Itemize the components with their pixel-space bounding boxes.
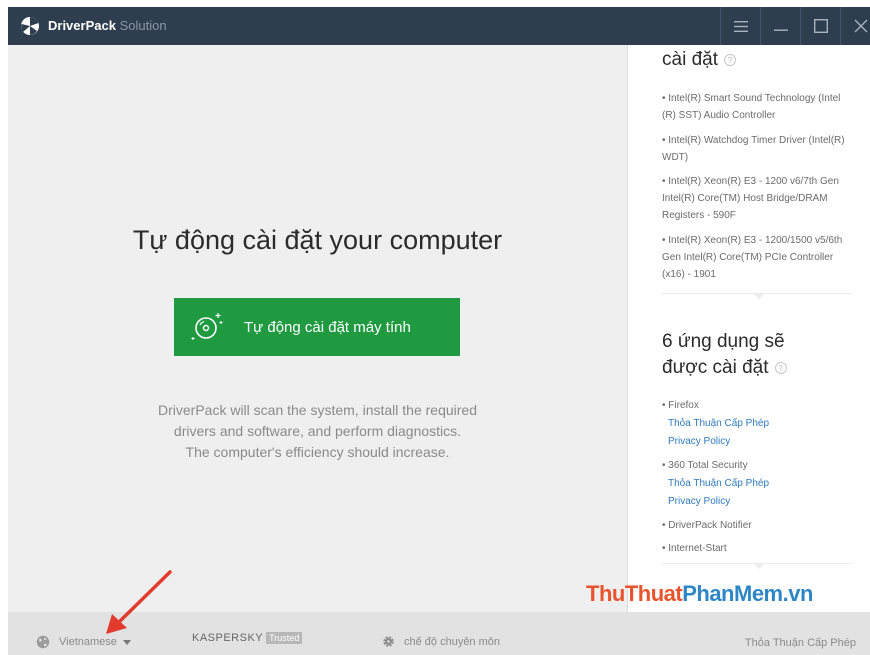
apps-title-line: được cài đặt: [662, 357, 769, 378]
menu-button[interactable]: [720, 7, 760, 45]
description-line: drivers and software, and perform diagno…: [173, 423, 462, 439]
driver-item: • Intel(R) Xeon(R) E3 - 1200/1500 v5/6th…: [662, 235, 843, 280]
app-item: • DriverPack Notifier: [662, 520, 752, 531]
apps-section-title: 6 ứng dụng sẽ được cài đặt?: [662, 329, 787, 381]
driver-item: • Intel(R) Xeon(R) E3 - 1200 v6/7th Gen …: [662, 176, 839, 221]
minimize-button[interactable]: [760, 7, 800, 45]
kaspersky-label: KASPERSKY: [192, 632, 264, 644]
app-name: DriverPack: [48, 18, 116, 33]
app-title: DriverPack Solution: [48, 18, 167, 33]
divider-notch: [754, 564, 764, 569]
watermark-part2: PhanMem.vn: [682, 581, 813, 606]
trusted-label: Trusted: [266, 632, 303, 644]
close-icon: [854, 19, 867, 33]
disc-install-icon: [191, 313, 223, 340]
menu-icon: [733, 20, 748, 32]
app-item: • Firefox: [662, 400, 699, 411]
license-link[interactable]: Thỏa Thuận Cấp Phép: [668, 418, 769, 429]
description: DriverPack will scan the system, install…: [8, 400, 627, 463]
kaspersky-badge[interactable]: KASPERSKY Trusted: [192, 632, 303, 644]
watermark-part1: ThuThuat: [586, 581, 683, 606]
help-icon[interactable]: ?: [723, 53, 736, 66]
main-panel: Tự động cài đặt your computer Tự động cà…: [8, 45, 627, 612]
globe-icon: [36, 635, 50, 649]
privacy-link[interactable]: Privacy Policy: [668, 496, 730, 507]
help-icon[interactable]: ?: [774, 361, 787, 374]
close-button[interactable]: [840, 7, 870, 45]
gear-icon: [383, 636, 394, 647]
chevron-down-icon: [122, 639, 131, 645]
watermark: ThuThuatPhanMem.vn: [586, 581, 813, 607]
license-link[interactable]: Thỏa Thuận Cấp Phép: [668, 478, 769, 489]
expert-mode-button[interactable]: chế độ chuyên môn: [382, 635, 500, 648]
auto-install-label: Tự động cài đặt máy tính: [244, 318, 411, 336]
page-headline: Tự động cài đặt your computer: [132, 225, 503, 255]
app-item: • 360 Total Security: [662, 460, 748, 471]
description-line: The computer's efficiency should increas…: [185, 444, 450, 460]
divider-notch: [754, 294, 764, 299]
maximize-icon: [813, 19, 828, 33]
driver-item: • Intel(R) Smart Sound Technology (Intel…: [662, 93, 841, 121]
drivers-section-title: cài đặt?: [662, 47, 736, 73]
app-item: • Internet-Start: [662, 543, 727, 554]
maximize-button[interactable]: [800, 7, 840, 45]
description-line: DriverPack will scan the system, install…: [157, 402, 477, 418]
install-list-panel[interactable]: cài đặt? • Intel(R) Smart Sound Technolo…: [627, 45, 870, 612]
annotation-arrow-icon: [106, 570, 172, 634]
app-suffix: Solution: [119, 18, 167, 33]
driver-item: • Intel(R) Watchdog Timer Driver (Intel(…: [662, 135, 845, 163]
apps-title-line: 6 ứng dụng sẽ: [662, 331, 785, 352]
license-agreement-link[interactable]: Thỏa Thuận Cấp Phép: [745, 637, 856, 649]
minimize-icon: [773, 29, 788, 31]
drivers-title-text: cài đặt: [662, 49, 718, 70]
auto-install-button[interactable]: Tự động cài đặt máy tính: [174, 298, 460, 356]
title-bar: DriverPack Solution: [8, 7, 870, 45]
driverpack-logo-icon: [21, 16, 39, 35]
privacy-link[interactable]: Privacy Policy: [668, 436, 730, 447]
app-window: DriverPack Solution Tự động cài đặt your…: [8, 7, 870, 655]
expert-mode-label: chế độ chuyên môn: [404, 635, 501, 648]
